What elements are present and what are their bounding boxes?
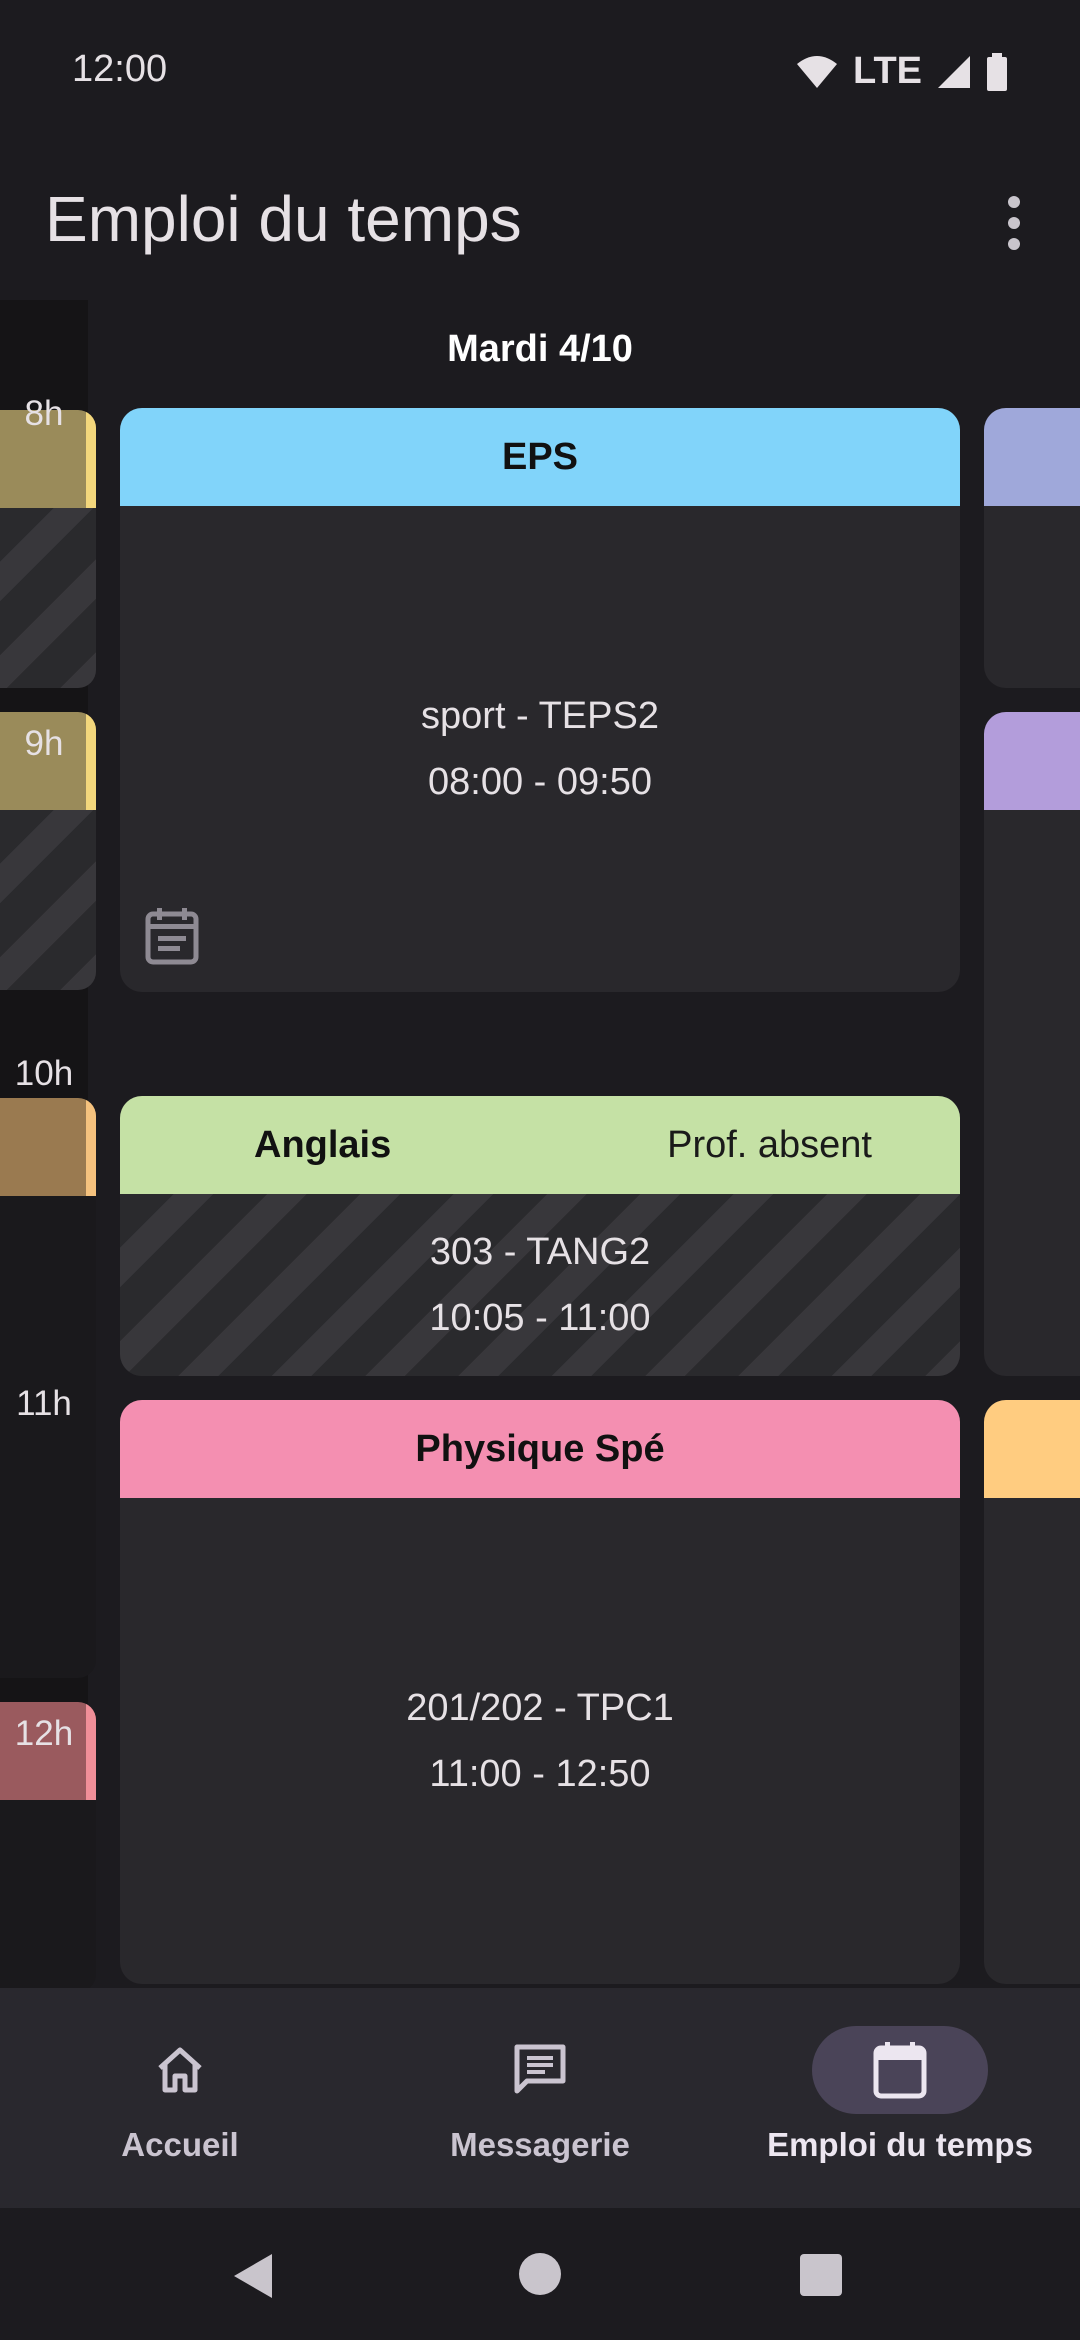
- day-title: Mardi 4/10: [447, 328, 633, 370]
- home-circle-icon[interactable]: [518, 2252, 562, 2296]
- course-subject: Anglais: [254, 1123, 392, 1166]
- nav-label: Emploi du temps: [767, 2126, 1033, 2163]
- hour-label: 8h: [24, 394, 64, 433]
- schedule-view[interactable]: 8h 9h 10h 11h 12h Mardi 4/10 EPS sport -…: [0, 300, 1080, 1988]
- next-day-course[interactable]: [984, 408, 1080, 688]
- next-day-course[interactable]: [984, 712, 1080, 1376]
- course-room: 201/202 - TPC1: [406, 1687, 674, 1729]
- nav-item-emploi-du-temps[interactable]: Emploi du temps: [720, 1988, 1080, 2208]
- homework-icon[interactable]: [144, 906, 200, 966]
- nav-icon-container: [92, 2026, 268, 2114]
- course-card-anglais[interactable]: Anglais Prof. absent 303 - TANG2 10:05 -…: [120, 1096, 960, 1376]
- course-subject: Physique Spé: [415, 1427, 665, 1470]
- course-room: 303 - TANG2: [429, 1231, 651, 1273]
- course-details: 303 - TANG2 10:05 - 11:00: [120, 1194, 960, 1376]
- signal-icon: [938, 55, 970, 88]
- network-type: LTE: [853, 50, 922, 92]
- course-card-physique[interactable]: Physique Spé 201/202 - TPC1 11:00 - 12:5…: [120, 1400, 960, 1984]
- home-icon: [158, 2047, 202, 2093]
- wifi-icon: [797, 55, 838, 88]
- calendar-icon: [873, 2042, 927, 2099]
- recents-icon[interactable]: [800, 2254, 842, 2296]
- course-header: Anglais Prof. absent: [120, 1096, 960, 1194]
- course-header: Physique Spé: [120, 1400, 960, 1498]
- nav-label: Messagerie: [450, 2126, 630, 2163]
- course-header: EPS: [120, 408, 960, 506]
- status-icons: LTE: [795, 50, 1008, 93]
- hour-label: 10h: [14, 1054, 74, 1093]
- nav-item-messagerie[interactable]: Messagerie: [360, 1988, 720, 2208]
- nav-label: Accueil: [121, 2126, 239, 2163]
- course-status: Prof. absent: [667, 1123, 872, 1166]
- battery-icon: [987, 52, 1007, 91]
- course-details: 201/202 - TPC1 11:00 - 12:50: [120, 1498, 960, 1984]
- course-time: 11:00 - 12:50: [429, 1753, 651, 1795]
- hour-label: 12h: [14, 1714, 74, 1753]
- nav-icon-container-active: [812, 2026, 988, 2114]
- page-title: Emploi du temps: [45, 183, 522, 255]
- course-room: sport - TEPS2: [421, 695, 659, 737]
- bottom-navigation: Accueil Messagerie Emploi du temps: [0, 1988, 1080, 2208]
- next-day-course[interactable]: [984, 1400, 1080, 1984]
- more-options-icon[interactable]: [990, 190, 1038, 256]
- nav-icon-container: [452, 2026, 628, 2114]
- course-time: 10:05 - 11:00: [429, 1297, 651, 1339]
- course-time: 08:00 - 09:50: [428, 761, 652, 803]
- hour-label: 11h: [16, 1384, 72, 1423]
- message-icon: [514, 2044, 566, 2094]
- course-card-eps[interactable]: EPS sport - TEPS2 08:00 - 09:50: [120, 408, 960, 992]
- course-subject: EPS: [501, 435, 579, 478]
- course-details: sport - TEPS2 08:00 - 09:50: [120, 506, 960, 992]
- nav-item-accueil[interactable]: Accueil: [0, 1988, 360, 2208]
- previous-day-course[interactable]: [0, 410, 96, 688]
- status-time: 12:00: [72, 48, 168, 90]
- back-icon[interactable]: [232, 2252, 276, 2300]
- system-navigation-bar: [0, 2208, 1080, 2340]
- hour-label: 9h: [24, 724, 64, 763]
